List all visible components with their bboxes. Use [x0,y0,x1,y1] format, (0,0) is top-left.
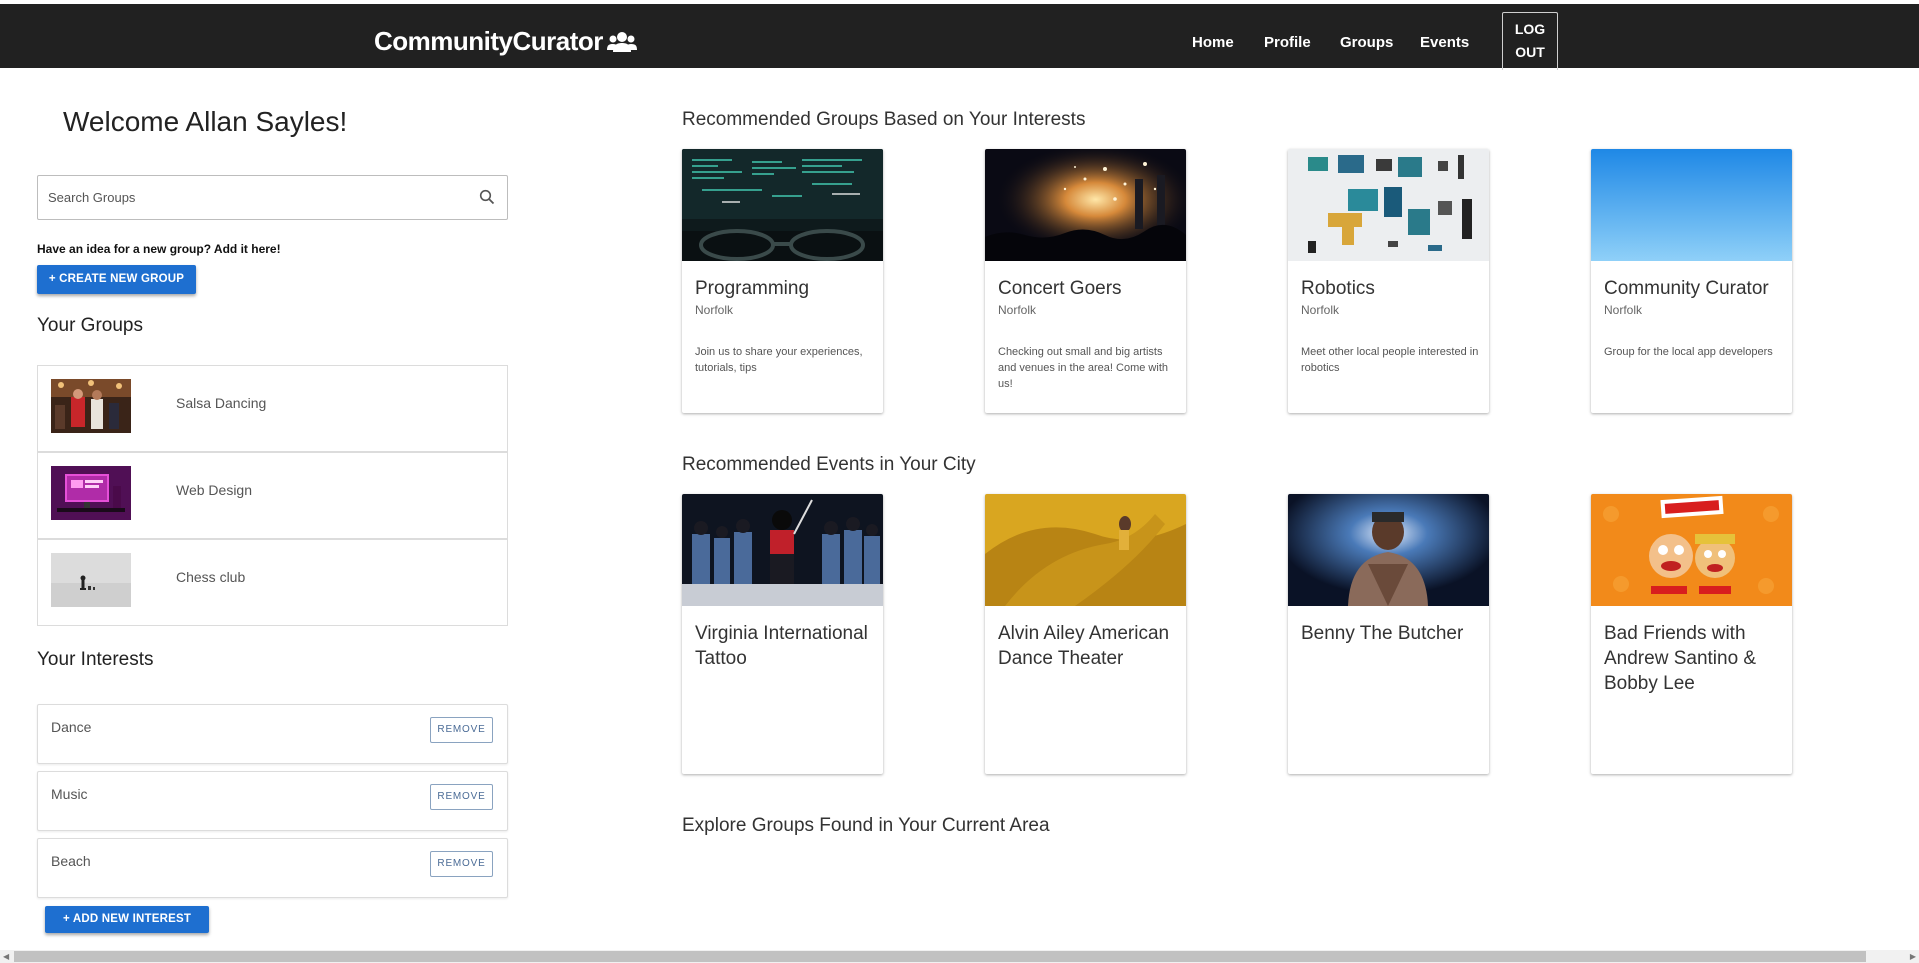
interest-name: Beach [51,853,91,869]
remove-interest-button[interactable]: REMOVE [430,784,493,810]
event-card-alvin-ailey[interactable]: Alvin Ailey American Dance Theater [985,494,1186,774]
group-name: Chess club [176,569,246,585]
scrollbar-thumb[interactable] [14,951,1866,962]
card-description: Checking out small and big artists and v… [998,346,1168,390]
logout-button[interactable]: LOG OUT [1502,12,1558,70]
scroll-left-arrow-icon[interactable]: ◀ [3,952,9,961]
group-card-concert-goers[interactable]: Concert Goers Norfolk Checking out small… [985,149,1186,413]
dance-theater-photo [985,494,1186,606]
robotics-photo [1288,149,1489,261]
search-groups-input[interactable] [38,176,458,219]
event-card-benny-the-butcher[interactable]: Benny The Butcher [1288,494,1489,774]
artist-photo [1288,494,1489,606]
card-title: Benny The Butcher [1301,623,1464,644]
brand-name: CommunityCurator [374,26,603,56]
nav-groups-link[interactable]: Groups [1340,34,1393,51]
explore-groups-heading: Explore Groups Found in Your Current Are… [682,815,1050,836]
search-groups-box [37,175,508,220]
logout-label-line2: OUT [1515,44,1545,60]
users-icon [606,31,637,52]
horizontal-scrollbar[interactable]: ◀ ▶ [0,950,1919,963]
group-card-programming[interactable]: Programming Norfolk Join us to share you… [682,149,883,413]
sky-photo [1591,149,1792,261]
welcome-heading: Welcome Allan Sayles! [63,106,348,137]
interest-name: Dance [51,719,92,735]
card-description: Meet other local people interested in ro… [1301,346,1479,374]
group-card-web-design[interactable]: Web Design [37,452,508,539]
scroll-right-arrow-icon[interactable]: ▶ [1910,952,1916,961]
interest-card-music: Music REMOVE [37,771,508,831]
event-card-virginia-international-tattoo[interactable]: Virginia International Tattoo [682,494,883,774]
salsa-dancing-photo [51,379,131,433]
group-name: Salsa Dancing [176,395,267,411]
create-new-group-button[interactable]: + CREATE NEW GROUP [37,265,196,294]
card-title: Bad Friends with Andrew Santino & Bobby … [1604,623,1757,694]
card-description: Join us to share your experiences, tutor… [695,346,863,374]
card-city: Norfolk [998,303,1037,317]
programming-photo [682,149,883,261]
brand-logo[interactable]: CommunityCurator [374,26,637,57]
group-card-salsa-dancing[interactable]: Salsa Dancing [37,365,508,452]
new-group-hint: Have an idea for a new group? Add it her… [37,242,281,256]
interest-card-beach: Beach REMOVE [37,838,508,898]
remove-interest-button[interactable]: REMOVE [430,851,493,877]
add-new-interest-button[interactable]: + ADD NEW INTEREST [45,906,209,933]
card-title: Virginia International Tattoo [695,623,868,669]
interest-card-dance: Dance REMOVE [37,704,508,764]
chess-photo [51,553,131,607]
recommended-events-heading: Recommended Events in Your City [682,454,976,475]
concert-photo [985,149,1186,261]
card-description: Group for the local app developers [1604,346,1773,358]
group-card-chess-club[interactable]: Chess club [37,539,508,626]
nav-home-link[interactable]: Home [1192,34,1234,51]
card-city: Norfolk [1604,303,1643,317]
group-card-community-curator[interactable]: Community Curator Norfolk Group for the … [1591,149,1792,413]
group-card-robotics[interactable]: Robotics Norfolk Meet other local people… [1288,149,1489,413]
your-groups-heading: Your Groups [37,315,143,336]
interest-name: Music [51,786,88,802]
nav-profile-link[interactable]: Profile [1264,34,1311,51]
bad-friends-poster [1591,494,1792,606]
card-title: Concert Goers [998,278,1122,299]
card-title: Programming [695,278,810,299]
event-card-bad-friends[interactable]: Bad Friends with Andrew Santino & Bobby … [1591,494,1792,774]
group-name: Web Design [176,482,253,498]
card-title: Alvin Ailey American Dance Theater [998,623,1170,669]
card-city: Norfolk [695,303,734,317]
card-title: Robotics [1301,278,1375,299]
top-navbar: CommunityCurator Home Profile Groups Eve… [0,4,1919,70]
remove-interest-button[interactable]: REMOVE [430,717,493,743]
card-title: Community Curator [1604,278,1769,299]
search-icon[interactable] [479,189,495,205]
card-city: Norfolk [1301,303,1340,317]
your-interests-heading: Your Interests [37,649,154,670]
nav-events-link[interactable]: Events [1420,34,1469,51]
web-design-photo [51,466,131,520]
logout-label-line1: LOG [1514,21,1546,37]
tattoo-event-photo [682,494,883,606]
recommended-groups-heading: Recommended Groups Based on Your Interes… [682,109,1086,130]
